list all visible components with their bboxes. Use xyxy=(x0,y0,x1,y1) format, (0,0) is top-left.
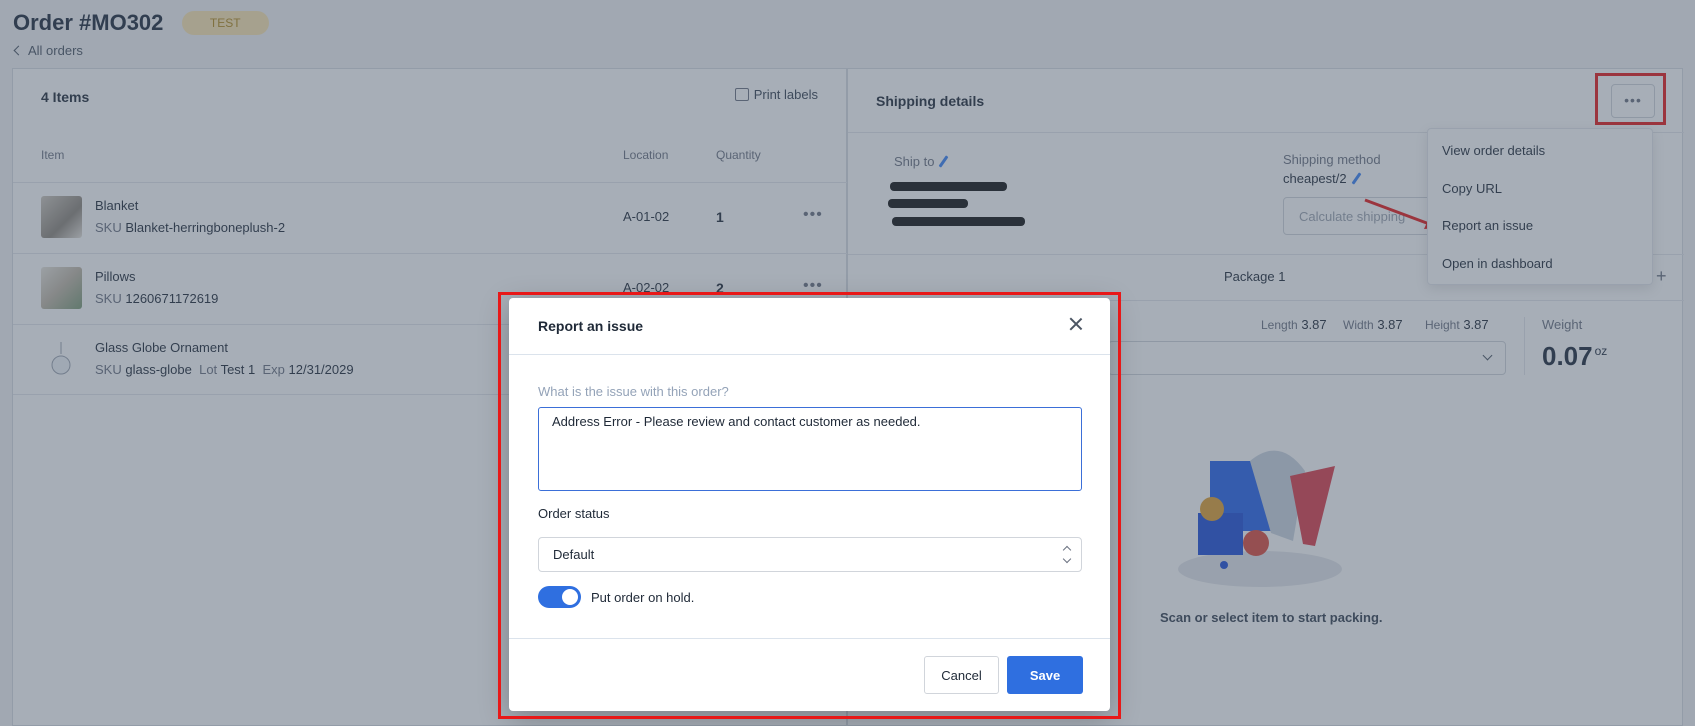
hold-toggle[interactable] xyxy=(538,586,581,608)
order-status-select[interactable]: Default xyxy=(538,537,1082,572)
cancel-button[interactable]: Cancel xyxy=(924,656,999,694)
issue-textarea[interactable]: Address Error - Please review and contac… xyxy=(538,407,1082,491)
issue-question-label: What is the issue with this order? xyxy=(538,384,729,399)
report-issue-modal: Report an issue What is the issue with t… xyxy=(509,298,1110,711)
hold-toggle-label: Put order on hold. xyxy=(591,590,695,605)
select-stepper-icon xyxy=(1063,545,1071,565)
divider xyxy=(509,354,1110,355)
divider xyxy=(509,638,1110,639)
order-status-value: Default xyxy=(553,547,595,562)
save-button[interactable]: Save xyxy=(1007,656,1083,694)
toggle-knob xyxy=(562,589,578,605)
order-status-label: Order status xyxy=(538,506,610,521)
close-icon[interactable] xyxy=(1067,315,1085,333)
modal-title: Report an issue xyxy=(538,318,644,334)
